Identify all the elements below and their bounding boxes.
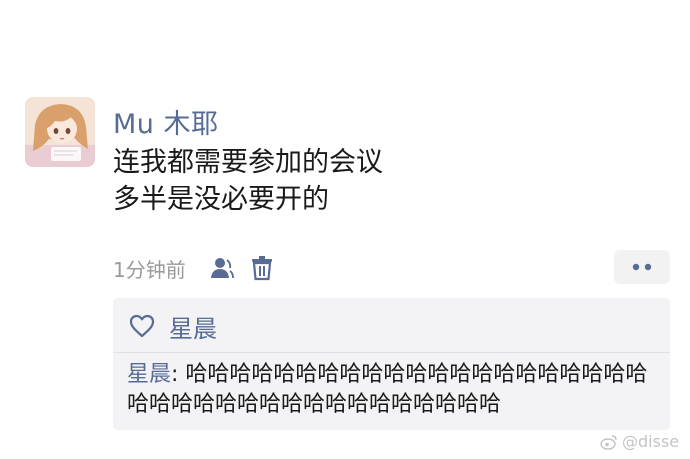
comment[interactable]: 星晨: 哈哈哈哈哈哈哈哈哈哈哈哈哈哈哈哈哈哈哈哈哈哈哈哈哈哈哈哈哈哈哈哈哈哈哈哈… xyxy=(127,360,662,420)
post-content-line: 连我都需要参加的会议 xyxy=(113,147,383,178)
person-icon[interactable] xyxy=(208,254,236,282)
comment-text: 哈哈哈哈哈哈哈哈哈哈哈哈哈哈哈哈哈哈哈哈哈哈哈哈哈哈哈哈哈哈哈哈哈哈哈哈哈哈 xyxy=(127,362,648,417)
watermark-handle: @disse xyxy=(622,432,680,451)
comment-separator: : xyxy=(171,362,186,387)
moments-post: Mu 木耶 连我都需要参加的会议 多半是没必要开的 1分钟前 星晨 星晨: 哈哈… xyxy=(0,0,690,459)
interaction-panel: 星晨 星晨: 哈哈哈哈哈哈哈哈哈哈哈哈哈哈哈哈哈哈哈哈哈哈哈哈哈哈哈哈哈哈哈哈哈… xyxy=(113,298,670,430)
avatar-illustration xyxy=(25,97,95,167)
trash-icon[interactable] xyxy=(248,254,276,282)
likes-row: 星晨 xyxy=(129,309,217,344)
divider xyxy=(113,352,670,353)
post-content-line: 多半是没必要开的 xyxy=(113,184,329,215)
post-content: 连我都需要参加的会议 多半是没必要开的 xyxy=(113,144,383,218)
more-button[interactable] xyxy=(614,250,670,284)
comment-author[interactable]: 星晨 xyxy=(127,362,171,387)
weibo-icon xyxy=(600,434,618,450)
post-time: 1分钟前 xyxy=(113,257,186,282)
avatar[interactable] xyxy=(25,97,95,167)
liker-name[interactable]: 星晨 xyxy=(169,309,217,344)
more-dots-icon xyxy=(632,263,652,271)
heart-outline-icon xyxy=(129,314,155,338)
author-name[interactable]: Mu 木耶 xyxy=(113,102,219,141)
watermark: @disse xyxy=(600,432,679,451)
post-meta: 1分钟前 xyxy=(113,252,288,284)
